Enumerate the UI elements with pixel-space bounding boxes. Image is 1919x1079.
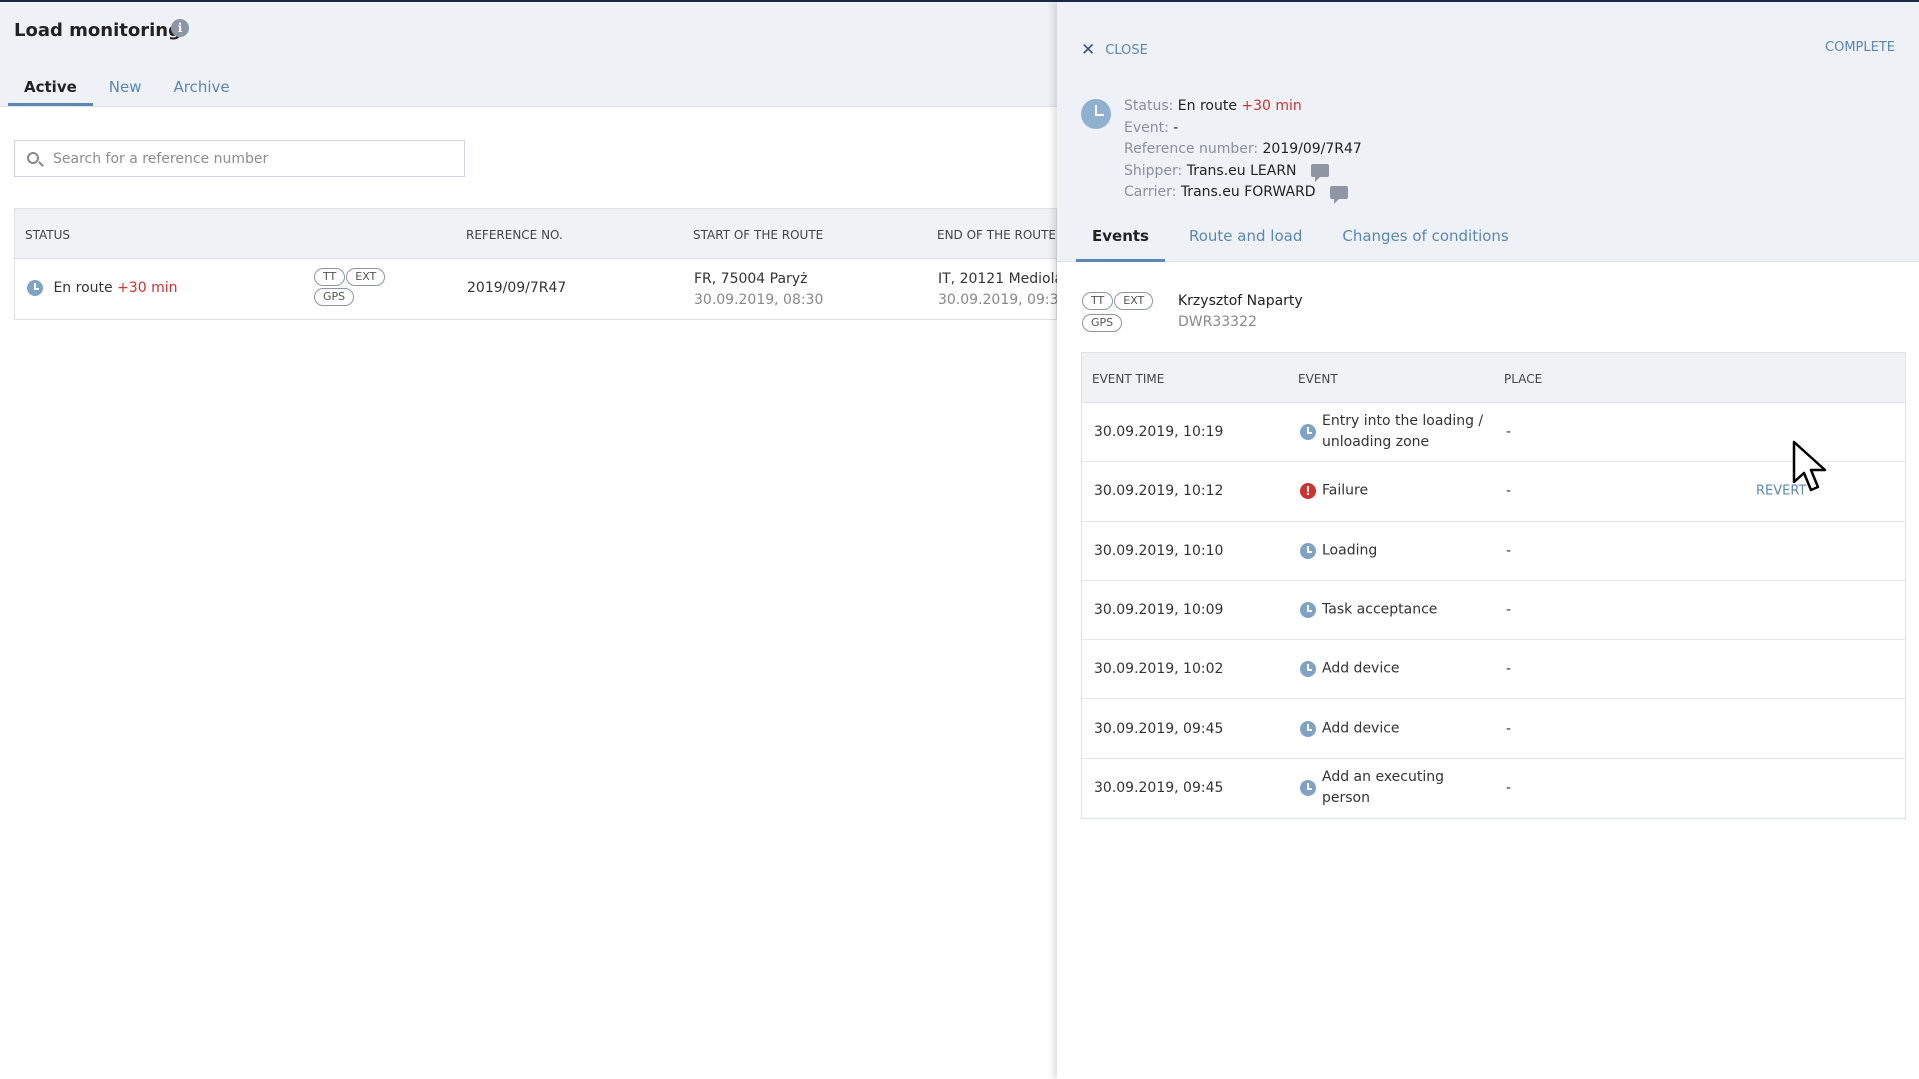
panel-header: ✕ CLOSE COMPLETE Status: En route +30 mi… [1057,2,1919,262]
loads-table: STATUS REFERENCE NO. START OF THE ROUTE … [14,208,1058,320]
clock-icon [1300,424,1316,441]
search-box [14,140,465,177]
event-row: 30.09.2019, 10:02 Add device - [1082,640,1905,700]
tab-new[interactable]: New [93,76,158,106]
event-row: 30.09.2019, 10:19 Entry into the loading… [1082,403,1905,463]
load-detail-panel: ✕ CLOSE COMPLETE Status: En route +30 mi… [1057,2,1919,1079]
tags-cell: TT EXT GPS [314,268,404,308]
column-header-event-time: EVENT TIME [1092,372,1165,386]
search-input[interactable] [53,148,453,170]
close-label: CLOSE [1105,42,1148,58]
tab-active[interactable]: Active [8,76,93,106]
page-tabs: Active New Archive [8,76,246,106]
tag-gps: GPS [1082,314,1123,332]
search-icon [27,152,39,164]
tag-gps: GPS [314,288,355,306]
detail-event: Event: - [1124,119,1179,136]
clock-icon [1300,602,1316,619]
mouse-cursor-icon [1792,440,1827,492]
detail-shipper: Shipper: Trans.eu LEARN [1124,161,1362,182]
event-row: 30.09.2019, 09:45 Add an executing perso… [1094,769,1512,807]
panel-tabs: Events Route and load Changes of conditi… [1076,228,1533,262]
clock-icon [1300,661,1316,678]
column-header-end[interactable]: END OF THE ROUTE [937,228,1056,242]
carrier-chat-icon[interactable] [1330,185,1349,204]
detail-reference: Reference number: 2019/09/7R47 [1124,141,1362,157]
page-title: Load monitoring [14,20,181,41]
tag-tt: TT [1082,292,1114,310]
driver-name: Krzysztof Naparty [1178,293,1303,309]
close-icon: ✕ [1081,40,1096,60]
event-row: 30.09.2019, 10:12 ! Failure - REVERT [1082,462,1905,522]
start-time: 30.09.2019, 08:30 [694,292,824,308]
end-place: IT, 20121 Mediola [938,271,1058,287]
delay-text: +30 min [117,280,178,296]
table-header: STATUS REFERENCE NO. START OF THE ROUTE … [15,209,1056,259]
end-time: 30.09.2019, 09:30 [938,292,1058,308]
event-row: 30.09.2019, 09:45 Add device - [1082,699,1905,759]
column-header-event: EVENT [1298,372,1338,386]
shipper-chat-icon[interactable] [1310,164,1329,182]
event-row: 30.09.2019, 10:10 Loading - [1082,522,1905,581]
clock-icon [27,280,43,296]
load-details: Status: En route +30 min Event: - Refere… [1124,96,1362,204]
driver-code: DWR33322 [1178,314,1257,330]
alert-icon: ! [1300,483,1316,500]
events-table: EVENT TIME EVENT PLACE 30.09.2019, 10:19… [1081,352,1906,820]
info-icon[interactable]: i [171,19,189,37]
column-header-start[interactable]: START OF THE ROUTE [693,228,823,242]
event-row: 30.09.2019, 10:09 Task acceptance - [1082,581,1905,641]
page-header: Load monitoring i Active New Archive [0,2,1057,107]
tab-changes-of-conditions[interactable]: Changes of conditions [1326,228,1524,262]
detail-status: Status: En route +30 min [1124,98,1302,114]
tab-route-and-load[interactable]: Route and load [1173,228,1318,262]
tag-ext: EXT [1114,292,1154,310]
events-header: EVENT TIME EVENT PLACE [1082,353,1905,403]
clock-icon [1300,542,1316,559]
close-button[interactable]: ✕ CLOSE [1081,40,1148,60]
column-header-reference[interactable]: REFERENCE NO. [466,228,563,242]
status-clock-icon [1081,99,1111,129]
reference-cell: 2019/09/7R47 [467,280,567,296]
complete-button[interactable]: COMPLETE [1825,40,1895,55]
status-text: En route [53,280,113,296]
tab-archive[interactable]: Archive [157,76,245,106]
table-row[interactable]: En route +30 min TT EXT GPS 2019/09/7R47 F… [15,259,1058,319]
column-header-place: PLACE [1504,372,1543,386]
clock-icon [1300,780,1316,797]
detail-carrier: Carrier: Trans.eu FORWARD [1124,182,1362,204]
clock-icon [1300,720,1316,737]
column-header-status[interactable]: STATUS [25,228,70,242]
driver-tags: TT EXT GPS [1082,290,1174,334]
load-monitoring-page: Load monitoring i Active New Archive STA… [0,2,1058,1079]
tab-events[interactable]: Events [1076,228,1165,262]
tag-ext: EXT [346,268,386,286]
start-place: FR, 75004 Paryż [694,271,808,287]
tag-tt: TT [314,268,346,286]
status-cell: En route +30 min [27,280,177,296]
